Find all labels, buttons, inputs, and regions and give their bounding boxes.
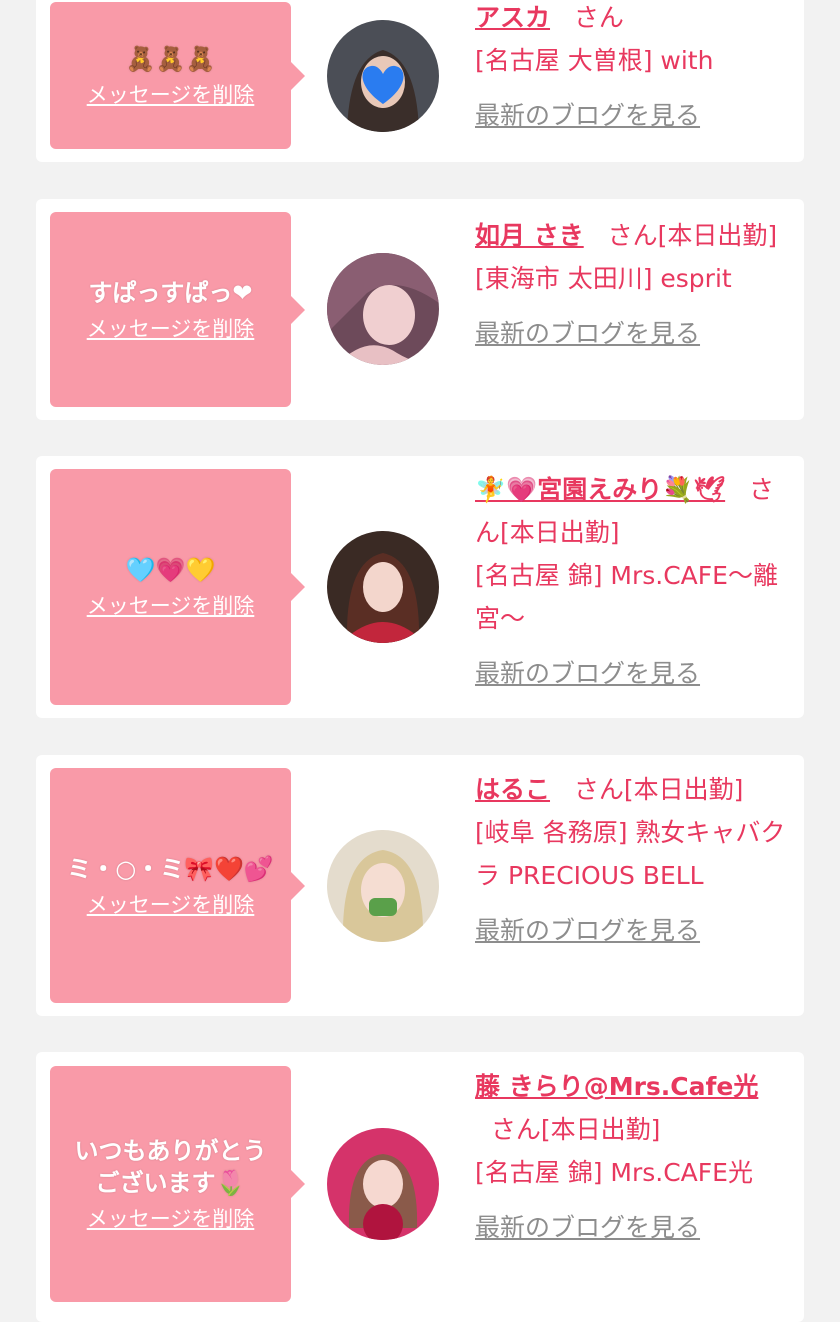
latest-blog-link[interactable]: 最新のブログを見る	[475, 1206, 793, 1249]
honorific: さん	[573, 3, 624, 32]
message-card: 🧸🧸🧸 メッセージを削除 アスカ さん [名古屋 大曽根] with 最新のブロ…	[36, 0, 804, 162]
avatar-photo	[327, 531, 439, 643]
honorific: さん	[607, 221, 658, 250]
avatar[interactable]	[327, 253, 439, 365]
girl-info: はるこ さん[本日出勤] [岐阜 各務原] 熟女キャバクラ PRECIOUS B…	[475, 768, 793, 952]
message-bubble: 🩵💗💛 メッセージを削除	[50, 469, 305, 705]
message-text: いつもありがとう ございます🌷	[74, 1137, 267, 1197]
delete-message-link[interactable]: メッセージを削除	[87, 81, 255, 109]
message-card: 🩵💗💛 メッセージを削除 🧚💗宮園えみり💐🕊 さん[本日出勤] [名古屋 錦] …	[36, 456, 804, 718]
message-bubble: ミ・○・ミ🎀❤️💕 メッセージを削除	[50, 768, 305, 1003]
message-bubble: 🧸🧸🧸 メッセージを削除	[50, 2, 305, 149]
avatar[interactable]	[327, 830, 439, 942]
work-status: [本日出勤]	[500, 518, 620, 547]
girl-name-link[interactable]: アスカ	[475, 3, 550, 32]
message-text: すぱっすぱっ❤	[88, 278, 253, 307]
honorific: さん	[490, 1115, 541, 1144]
message-bubble: すぱっすぱっ❤ メッセージを削除	[50, 212, 305, 407]
avatar-photo	[327, 830, 439, 942]
girl-name-link[interactable]: 如月 さき	[475, 221, 584, 250]
delete-message-link[interactable]: メッセージを削除	[87, 592, 255, 620]
avatar[interactable]	[327, 531, 439, 643]
avatar[interactable]	[327, 20, 439, 132]
girl-info: 🧚💗宮園えみり💐🕊 さん[本日出勤] [名古屋 錦] Mrs.CAFE～離宮～ …	[475, 468, 793, 695]
latest-blog-link[interactable]: 最新のブログを見る	[475, 909, 793, 952]
shop-location: [名古屋 錦] Mrs.CAFE～離宮～	[475, 561, 778, 633]
message-card: すぱっすぱっ❤ メッセージを削除 如月 さき さん[本日出勤] [東海市 太田川…	[36, 199, 804, 420]
message-text: ミ・○・ミ🎀❤️💕	[67, 854, 274, 883]
work-status: [本日出勤]	[623, 775, 744, 804]
latest-blog-link[interactable]: 最新のブログを見る	[475, 312, 793, 355]
message-bubble: いつもありがとう ございます🌷 メッセージを削除	[50, 1066, 305, 1302]
girl-info: 藤 きらり@Mrs.Cafe光 さん[本日出勤] [名古屋 錦] Mrs.CAF…	[475, 1065, 793, 1249]
shop-location: [名古屋 大曽根] with	[475, 46, 714, 75]
girl-name-link[interactable]: 🧚💗宮園えみり💐🕊	[475, 475, 725, 504]
girl-name-link[interactable]: 藤 きらり@Mrs.Cafe光	[475, 1072, 758, 1101]
shop-location: [東海市 太田川] esprit	[475, 264, 732, 293]
message-text: 🩵💗💛	[125, 556, 216, 584]
latest-blog-link[interactable]: 最新のブログを見る	[475, 94, 793, 137]
work-status: [本日出勤]	[657, 221, 778, 250]
avatar-photo	[327, 20, 439, 132]
avatar-photo	[327, 253, 439, 365]
message-text: 🧸🧸🧸	[125, 44, 216, 73]
delete-message-link[interactable]: メッセージを削除	[87, 315, 255, 343]
girl-name-link[interactable]: はるこ	[475, 775, 550, 804]
girl-info: アスカ さん [名古屋 大曽根] with 最新のブログを見る	[475, 0, 793, 137]
work-status: [本日出勤]	[540, 1115, 661, 1144]
delete-message-link[interactable]: メッセージを削除	[87, 891, 255, 919]
shop-location: [岐阜 各務原] 熟女キャバクラ PRECIOUS BELL	[475, 818, 786, 890]
message-card: いつもありがとう ございます🌷 メッセージを削除 藤 きらり@Mrs.Cafe光…	[36, 1052, 804, 1322]
latest-blog-link[interactable]: 最新のブログを見る	[475, 652, 793, 695]
avatar-photo	[327, 1128, 439, 1240]
shop-location: [名古屋 錦] Mrs.CAFE光	[475, 1158, 753, 1187]
girl-info: 如月 さき さん[本日出勤] [東海市 太田川] esprit 最新のブログを見…	[475, 214, 793, 355]
delete-message-link[interactable]: メッセージを削除	[87, 1205, 255, 1233]
avatar[interactable]	[327, 1128, 439, 1240]
honorific: さん	[573, 775, 624, 804]
message-card: ミ・○・ミ🎀❤️💕 メッセージを削除 はるこ さん[本日出勤] [岐阜 各務原]…	[36, 755, 804, 1016]
